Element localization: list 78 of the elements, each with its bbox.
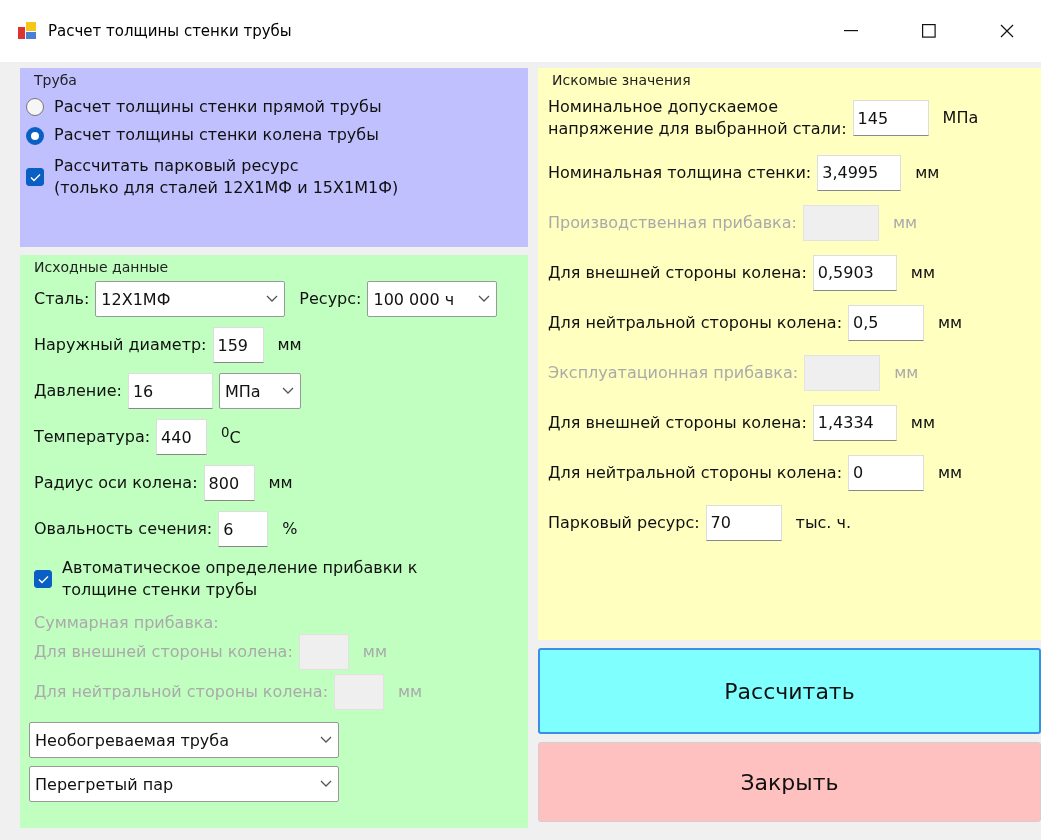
group-title: Исходные данные <box>33 259 170 275</box>
window-title: Расчет толщины стенки трубы <box>48 22 293 40</box>
group-title: Труба <box>33 72 78 88</box>
unit-label: мм <box>277 333 302 356</box>
checkbox[interactable] <box>26 168 44 187</box>
radio-button[interactable] <box>26 126 44 145</box>
chevron-down-icon <box>266 295 279 303</box>
app-icon <box>18 21 38 41</box>
close-icon <box>1000 24 1014 38</box>
field-label: Производственная прибавка: <box>548 211 797 234</box>
dropdown[interactable]: Перегретый пар <box>29 766 339 803</box>
output-field[interactable]: 0 <box>848 454 925 491</box>
unit-label: мм <box>268 471 293 494</box>
unit-label: мм <box>938 461 963 484</box>
field-label: Парковый ресурс: <box>548 511 700 534</box>
checkbox-label: Автоматическое определение прибавки к толщине стенки трубы <box>62 557 418 602</box>
close-window-button[interactable]: Закрыть <box>538 742 1041 822</box>
output-field[interactable]: 3,4995 <box>817 154 902 191</box>
unit-label: мм <box>894 361 919 384</box>
chevron-down-icon <box>281 387 294 395</box>
unit-dropdown[interactable]: МПа <box>218 373 301 409</box>
unit-label: мм <box>362 640 387 663</box>
checkbox-label: Рассчитать парковый ресурс (только для сталей 12Х1МФ и 15Х1М1Ф) <box>54 154 399 200</box>
input-field[interactable]: 159 <box>212 327 264 363</box>
section-label: Суммарная прибавка: <box>34 611 219 634</box>
dropdown[interactable]: Необогреваемая труба <box>29 722 339 759</box>
input-field[interactable]: 800 <box>203 465 255 501</box>
field-label: Для внешней стороны колена: <box>34 640 293 663</box>
field-label: Номинальная толщина стенки: <box>548 161 812 184</box>
output-field[interactable]: 0,5 <box>848 304 925 341</box>
calculate-button[interactable]: Рассчитать <box>538 648 1041 734</box>
unit-label: мм <box>915 161 940 184</box>
field-label: Для нейтральной стороны колена: <box>548 461 843 484</box>
output-field[interactable]: 0,5903 <box>812 254 897 291</box>
chevron-down-icon <box>320 780 332 789</box>
unit-label: мм <box>910 411 935 434</box>
radio-label: Расчет толщины стенки колена трубы <box>54 124 379 147</box>
field-label: Овальность сечения: <box>34 517 213 540</box>
maximize-icon <box>922 24 936 38</box>
unit-label: тыс. ч. <box>795 511 852 534</box>
field-label: Наружный диаметр: <box>34 333 207 356</box>
input-field[interactable]: 6 <box>218 511 269 547</box>
input-field[interactable] <box>334 674 385 711</box>
output-field[interactable]: 70 <box>705 504 782 541</box>
field-label: Номинальное допускаемое напряжение для выбранной стали: <box>548 96 847 141</box>
checkbox[interactable] <box>34 570 52 589</box>
unit-label: % <box>282 517 298 540</box>
radio-button[interactable] <box>26 98 44 117</box>
output-field[interactable]: 145 <box>852 100 929 137</box>
unit-label: мм <box>892 211 918 234</box>
input-field[interactable]: 16 <box>127 373 213 409</box>
group-title: Искомые значения <box>551 72 692 88</box>
unit-label: МПа <box>942 107 979 130</box>
field-label: Для внешней стороны колена: <box>548 411 807 434</box>
chevron-down-icon <box>320 736 332 745</box>
unit-label: $^{0}$C <box>221 424 241 450</box>
resource-dropdown[interactable]: 100 000 ч <box>367 281 498 317</box>
input-field[interactable]: 440 <box>156 419 208 455</box>
unit-label: мм <box>938 311 963 334</box>
field-label: Радиус оси колена: <box>34 471 198 494</box>
field-label: Давление: <box>34 379 122 402</box>
field-label: Температура: <box>34 425 151 448</box>
field-label: Для нейтральной стороны колена: <box>548 311 843 334</box>
unit-label: мм <box>398 680 423 703</box>
unit-label: мм <box>910 261 935 284</box>
output-field[interactable]: 1,4334 <box>812 404 897 441</box>
field-label: Эксплуатационная прибавка: <box>548 361 799 384</box>
checkmark-icon <box>37 574 49 584</box>
field-label: Для нейтральной стороны колена: <box>34 680 329 703</box>
chevron-down-icon <box>478 295 491 303</box>
checkmark-icon <box>29 172 41 182</box>
field-label: Для внешней стороны колена: <box>548 261 807 284</box>
radio-label: Расчет толщины стенки прямой трубы <box>54 96 382 118</box>
field-label: Ресурс: <box>299 287 362 310</box>
steel-dropdown[interactable]: 12Х1МФ <box>95 281 286 317</box>
field-label: Сталь: <box>34 287 90 310</box>
minimize-icon <box>844 30 858 32</box>
input-field[interactable] <box>298 634 349 671</box>
